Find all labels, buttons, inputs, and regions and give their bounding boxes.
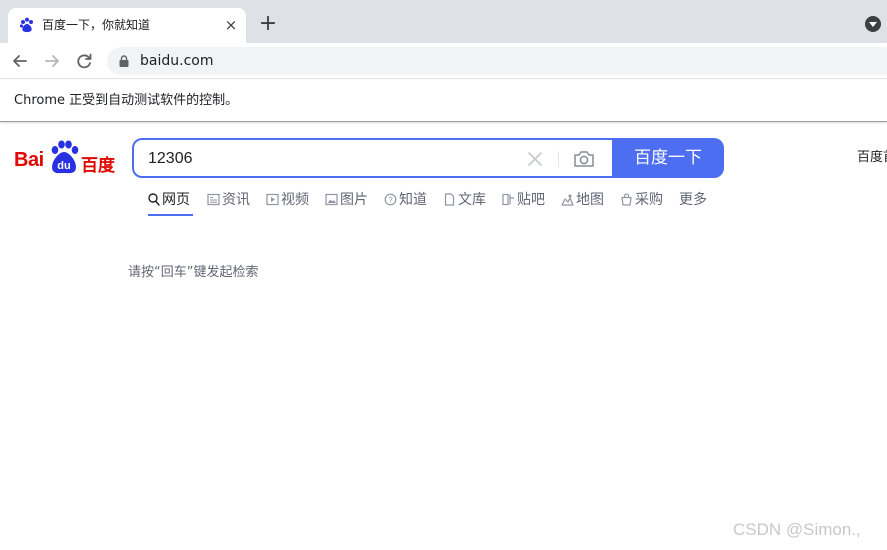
clear-icon[interactable] bbox=[526, 150, 544, 168]
tab-purchase[interactable]: 采购 bbox=[620, 191, 663, 217]
tab-search-icon[interactable] bbox=[865, 16, 881, 32]
tab-wenku-label: 文库 bbox=[458, 192, 486, 208]
watermark: CSDN @Simon., bbox=[733, 520, 861, 539]
reload-icon[interactable] bbox=[73, 50, 95, 72]
search-box bbox=[132, 138, 614, 178]
lock-icon[interactable] bbox=[119, 55, 129, 67]
url-text[interactable]: baidu.com bbox=[140, 52, 213, 70]
search-divider bbox=[558, 151, 559, 167]
browser-toolbar: baidu.com bbox=[0, 43, 887, 79]
question-icon: ? bbox=[384, 193, 397, 206]
tab-map[interactable]: 地图 bbox=[561, 191, 604, 217]
svg-text:?: ? bbox=[388, 196, 393, 205]
tab-zhidao[interactable]: ? 知道 bbox=[384, 191, 427, 217]
tab-wenku[interactable]: 文库 bbox=[443, 191, 486, 217]
map-icon bbox=[561, 194, 574, 206]
tab-web-label: 网页 bbox=[162, 192, 190, 208]
tab-video[interactable]: 视频 bbox=[266, 191, 309, 217]
video-icon bbox=[266, 193, 279, 206]
logo-bai-text: Bai bbox=[14, 149, 44, 171]
back-arrow-icon[interactable] bbox=[9, 50, 31, 72]
tab-title: 百度一下，你就知道 bbox=[42, 18, 151, 32]
tab-tieba[interactable]: 贴吧 bbox=[502, 191, 545, 217]
search-hint: 请按“回车”键发起检索 bbox=[128, 265, 259, 280]
doc-icon bbox=[444, 193, 455, 206]
tab-more-label: 更多 bbox=[679, 192, 707, 208]
forward-arrow-icon[interactable] bbox=[41, 50, 63, 72]
browser-tab[interactable]: 百度一下，你就知道 × bbox=[8, 8, 246, 43]
tab-news[interactable]: 资讯 bbox=[207, 191, 250, 217]
logo-du-text: du bbox=[57, 160, 70, 172]
baidu-paw-icon bbox=[19, 17, 33, 33]
tab-close-icon[interactable]: × bbox=[222, 16, 240, 34]
new-tab-button[interactable]: + bbox=[257, 13, 279, 35]
tab-purchase-label: 采购 bbox=[635, 192, 663, 208]
tab-video-label: 视频 bbox=[281, 192, 309, 208]
infobar-text: Chrome 正受到自动测试软件的控制。 bbox=[14, 93, 239, 108]
baidu-logo[interactable]: Bai du 百度 bbox=[14, 140, 118, 176]
baidu-home-link[interactable]: 百度首 bbox=[857, 150, 887, 166]
tab-strip: 百度一下，你就知道 × + bbox=[0, 0, 887, 43]
logo-paw-icon: du bbox=[51, 140, 79, 174]
search-icon bbox=[148, 193, 160, 206]
tab-news-label: 资讯 bbox=[222, 192, 250, 208]
logo-baidu-text: 百度 bbox=[81, 156, 115, 176]
active-tab-underline bbox=[148, 214, 193, 216]
tab-map-label: 地图 bbox=[576, 192, 604, 208]
search-button[interactable]: 百度一下 bbox=[612, 138, 724, 178]
tab-zhidao-label: 知道 bbox=[399, 192, 427, 208]
tab-image[interactable]: 图片 bbox=[325, 191, 368, 217]
search-input[interactable] bbox=[148, 148, 518, 170]
tab-image-label: 图片 bbox=[340, 192, 368, 208]
camera-icon[interactable] bbox=[573, 149, 595, 169]
tab-tieba-label: 贴吧 bbox=[517, 192, 545, 208]
image-icon bbox=[325, 193, 338, 206]
news-icon bbox=[207, 193, 220, 206]
automation-infobar: Chrome 正受到自动测试软件的控制。 bbox=[0, 80, 887, 122]
tab-more[interactable]: 更多 bbox=[679, 191, 707, 217]
shopping-icon bbox=[621, 193, 632, 206]
tieba-icon bbox=[502, 193, 514, 206]
address-bar[interactable]: baidu.com bbox=[107, 47, 887, 75]
